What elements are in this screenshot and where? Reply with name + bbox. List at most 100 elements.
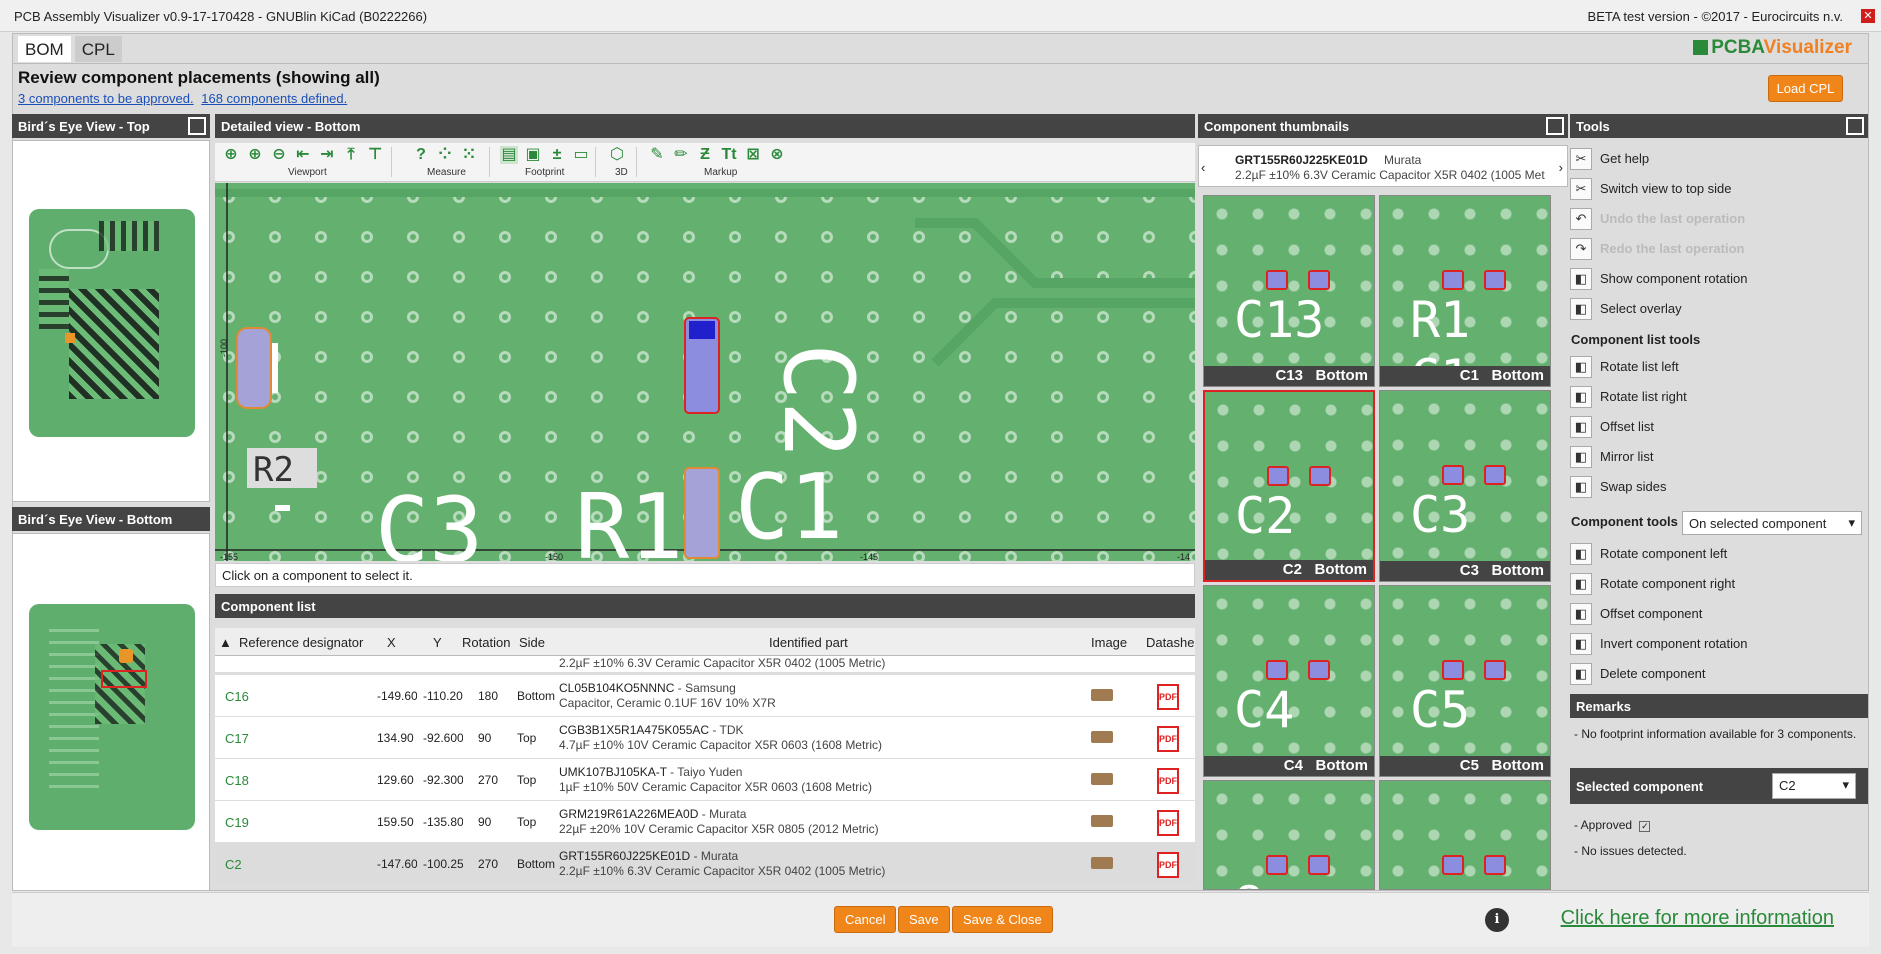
col-image[interactable]: Image bbox=[1091, 635, 1127, 650]
detailed-view-header: Detailed view - Bottom bbox=[215, 114, 1195, 138]
col-rotation[interactable]: Rotation bbox=[462, 635, 510, 650]
thumbnail-c8[interactable]: 8 bbox=[1203, 780, 1375, 890]
row-x: 134.90 bbox=[377, 731, 414, 745]
col-datasheet[interactable]: Datasheet bbox=[1146, 635, 1194, 650]
thumb-caption: C1 Bottom bbox=[1380, 366, 1550, 386]
detail-status-line: Click on a component to select it. bbox=[215, 563, 1195, 587]
measure-icon[interactable]: ⁘ bbox=[436, 146, 454, 164]
component-tools-select[interactable]: On selected component bbox=[1682, 511, 1862, 535]
markup-pencil-icon[interactable]: ✏ bbox=[672, 146, 690, 164]
pdf-icon[interactable]: PDF bbox=[1157, 726, 1179, 752]
pan-down-icon[interactable]: ⊤ bbox=[366, 146, 384, 164]
tool-1-icon: ✂ bbox=[1570, 178, 1592, 200]
row-part: CGB3B1X5R1A475K055AC - TDK 4.7µF ±10% 10V… bbox=[559, 723, 882, 752]
footprint-pads-icon[interactable]: ▤ bbox=[500, 146, 518, 164]
component-image bbox=[1091, 773, 1113, 785]
load-cpl-button[interactable]: Load CPL bbox=[1768, 75, 1843, 102]
thumbnail-c3[interactable]: C3 C3 Bottom bbox=[1379, 390, 1551, 582]
pdf-icon[interactable]: PDF bbox=[1157, 768, 1179, 794]
svg-text:C3: C3 bbox=[375, 478, 483, 561]
markup-text-icon[interactable]: Tt bbox=[720, 146, 738, 164]
row-rot: 90 bbox=[478, 731, 492, 745]
table-row[interactable]: C2 -147.60 -100.25 270 Bottom GRT155R60J225KE… bbox=[215, 843, 1195, 885]
pan-left-icon[interactable]: ⇤ bbox=[294, 146, 312, 164]
tab-cpl[interactable]: CPL bbox=[73, 35, 123, 63]
thumbnail-c5[interactable]: C5 C5 Bottom bbox=[1379, 585, 1551, 777]
component-list-tools-title: Component list tools bbox=[1571, 332, 1701, 347]
thumb-maker: Murata bbox=[1384, 153, 1422, 167]
col-y[interactable]: Y bbox=[433, 635, 442, 650]
thumbnails-header: Component thumbnails bbox=[1198, 114, 1568, 138]
cube-3d-icon[interactable]: ⬡ bbox=[608, 146, 626, 164]
markup-clear-icon[interactable]: ⊠ bbox=[744, 146, 762, 164]
table-row[interactable]: C17 134.90 -92.600 90 Top CGB3B1X5R1A475K055A… bbox=[215, 717, 1195, 759]
window-title: PCB Assembly Visualizer v0.9-17-170428 -… bbox=[14, 9, 428, 24]
col-identified-part[interactable]: Identified part bbox=[769, 635, 848, 650]
footprint-comment-icon[interactable]: ▭ bbox=[572, 146, 590, 164]
markup-pen-icon[interactable]: ✎ bbox=[648, 146, 666, 164]
table-row[interactable]: C18 129.60 -92.300 270 Top UMK107BJ105KA-T - … bbox=[215, 759, 1195, 801]
col-x[interactable]: X bbox=[387, 635, 396, 650]
pan-up-icon[interactable]: ⤒ bbox=[342, 146, 360, 164]
maximize-icon[interactable] bbox=[188, 117, 206, 135]
thumbnail-c4[interactable]: C4 C4 Bottom bbox=[1203, 585, 1375, 777]
zoom-fit-icon[interactable]: ⊕ bbox=[222, 146, 240, 164]
thumbnail-c1[interactable]: R1 C1C1 Bottom bbox=[1379, 195, 1551, 387]
detail-canvas[interactable]: C2 C1 R1 C3 R2 -100 -155 -150 -145 -14 bbox=[215, 183, 1195, 561]
help-icon[interactable]: ? bbox=[412, 146, 430, 164]
prev-arrow-icon[interactable]: ‹ bbox=[1201, 160, 1205, 175]
thumbnail-c7[interactable] bbox=[1379, 780, 1551, 890]
table-row[interactable]: C19 159.50 -135.80 90 Top GRM219R61A226MEA0D … bbox=[215, 801, 1195, 843]
component-tools-title: Component tools bbox=[1571, 514, 1678, 529]
list-tool-4-icon: ◧ bbox=[1570, 476, 1592, 498]
pdf-icon[interactable]: PDF bbox=[1157, 810, 1179, 836]
close-icon[interactable]: ✕ bbox=[1861, 9, 1875, 23]
maximize-icon[interactable] bbox=[1546, 117, 1564, 135]
thumb-caption: C3 Bottom bbox=[1380, 561, 1550, 581]
row-side: Bottom bbox=[517, 689, 556, 703]
markup-zigzag-icon[interactable]: Ƶ bbox=[696, 146, 714, 164]
tool-5-icon: ◧ bbox=[1570, 298, 1592, 320]
component-tool-4-icon: ◧ bbox=[1570, 663, 1592, 685]
issues-text: - No issues detected. bbox=[1574, 844, 1687, 858]
footprint-origin-icon[interactable]: ± bbox=[548, 146, 566, 164]
next-arrow-icon[interactable]: › bbox=[1559, 160, 1563, 175]
approved-checkbox[interactable]: ✓ bbox=[1639, 821, 1651, 832]
pcb-bottom-thumbnail[interactable] bbox=[29, 604, 195, 830]
main-tabs: BOM CPL bbox=[17, 35, 123, 63]
selected-component-select[interactable]: C2 bbox=[1772, 773, 1856, 799]
maximize-icon[interactable] bbox=[1846, 117, 1864, 135]
zoom-out-icon[interactable]: ⊖ bbox=[270, 146, 288, 164]
pdf-icon[interactable]: PDF bbox=[1157, 684, 1179, 710]
cancel-button[interactable]: Cancel bbox=[834, 906, 897, 933]
thumbnail-c13[interactable]: C13 C13 Bottom bbox=[1203, 195, 1375, 387]
to-approve-link[interactable]: 3 components to be approved. bbox=[18, 91, 194, 106]
row-side: Bottom bbox=[517, 857, 556, 871]
pan-right-icon[interactable]: ⇥ bbox=[318, 146, 336, 164]
row-x: -149.60 bbox=[377, 689, 417, 703]
tab-bom[interactable]: BOM bbox=[17, 35, 72, 63]
col-side[interactable]: Side bbox=[519, 635, 545, 650]
pdf-icon[interactable]: PDF bbox=[1157, 852, 1179, 878]
thumbnail-c2[interactable]: C2 C2 Bottom bbox=[1203, 390, 1375, 582]
table-row-partial[interactable]: 2.2µF ±10% 6.3V Ceramic Capacitor X5R 04… bbox=[215, 656, 1195, 673]
save-close-button[interactable]: Save & Close bbox=[952, 906, 1053, 933]
save-button[interactable]: Save bbox=[898, 906, 950, 933]
row-side: Top bbox=[517, 773, 537, 787]
zoom-in-icon[interactable]: ⊕ bbox=[246, 146, 264, 164]
list-tool-3-icon: ◧ bbox=[1570, 446, 1592, 468]
thumb-silkscreen: C13 bbox=[1234, 291, 1325, 349]
more-info-link[interactable]: Click here for more information bbox=[1561, 907, 1834, 930]
measure-distance-icon[interactable]: ⁙ bbox=[460, 146, 478, 164]
markup-delete-icon[interactable]: ⊗ bbox=[768, 146, 786, 164]
thumb-silkscreen: 8 bbox=[1234, 876, 1264, 889]
footprint-outline-icon[interactable]: ▣ bbox=[524, 146, 542, 164]
birds-eye-bottom-panel bbox=[12, 533, 210, 891]
table-row[interactable]: C16 -149.60 -110.20 180 Bottom CL05B104KO5NNN… bbox=[215, 675, 1195, 717]
defined-link[interactable]: 168 components defined. bbox=[201, 91, 347, 106]
component-image bbox=[1091, 815, 1113, 827]
sort-asc-icon[interactable]: ▲ bbox=[219, 635, 232, 650]
pcb-top-thumbnail[interactable] bbox=[29, 209, 195, 437]
col-ref[interactable]: Reference designator bbox=[239, 635, 363, 650]
pcba-visualizer-logo: PCBAVisualizer bbox=[1693, 37, 1852, 59]
